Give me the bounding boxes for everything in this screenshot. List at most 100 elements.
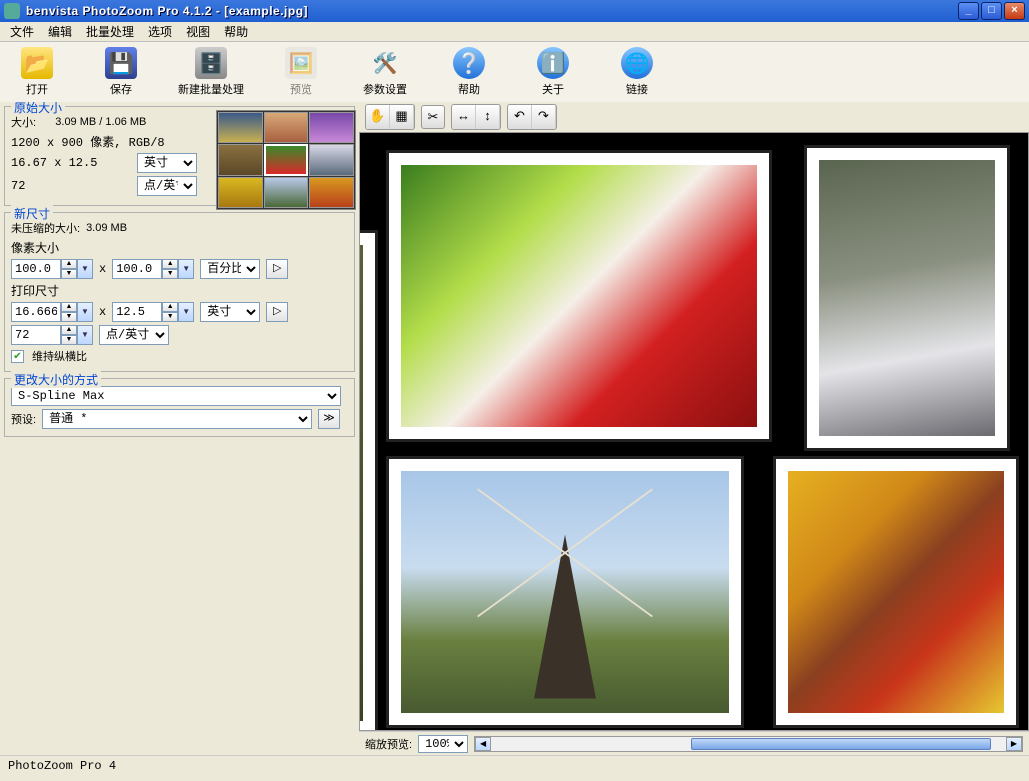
photo-frame-windmill bbox=[389, 459, 741, 725]
view-toolbar: ✋ ▦ ✂ ↔ ↕ ↶ ↷ bbox=[359, 102, 1029, 132]
print-unit-select[interactable]: 英寸 bbox=[200, 302, 260, 322]
spin-up[interactable]: ▲ bbox=[162, 259, 178, 269]
x-label: x bbox=[99, 305, 106, 319]
hand-tool-icon[interactable]: ✋ bbox=[366, 105, 390, 129]
undo-icon[interactable]: ↶ bbox=[508, 105, 532, 129]
fit-width-icon[interactable]: ↔ bbox=[452, 105, 476, 129]
spin-down[interactable]: ▼ bbox=[162, 269, 178, 279]
drop-icon[interactable]: ▼ bbox=[178, 259, 194, 279]
print-res-input[interactable] bbox=[11, 325, 61, 345]
menubar: 文件 编辑 批量处理 选项 视图 帮助 bbox=[0, 22, 1029, 42]
redo-icon[interactable]: ↷ bbox=[532, 105, 556, 129]
preview-button[interactable]: 🖼️预览 bbox=[274, 47, 328, 97]
spin-up[interactable]: ▲ bbox=[162, 302, 178, 312]
minimize-button[interactable]: _ bbox=[958, 2, 979, 20]
drop-icon[interactable]: ▼ bbox=[77, 302, 93, 322]
method-select[interactable]: S-Spline Max bbox=[11, 386, 341, 406]
new-size-title: 新尺寸 bbox=[11, 205, 53, 222]
thumb-cell bbox=[309, 144, 354, 175]
app-icon bbox=[4, 3, 20, 19]
new-batch-button[interactable]: 🗄️新建批量处理 bbox=[178, 47, 244, 97]
window-title: benvista PhotoZoom Pro 4.1.2 - [example.… bbox=[26, 4, 958, 18]
thumb-cell-selected bbox=[264, 144, 309, 175]
size-value: 3.09 MB / 1.06 MB bbox=[55, 116, 146, 128]
crop-tool-icon[interactable]: ✂ bbox=[421, 105, 445, 129]
menu-view[interactable]: 视图 bbox=[180, 21, 216, 42]
pixel-width-input[interactable] bbox=[11, 259, 61, 279]
resize-title: 更改大小的方式 bbox=[11, 371, 101, 388]
preset-select[interactable]: 普通 * bbox=[42, 409, 312, 429]
titlebar: benvista PhotoZoom Pro 4.1.2 - [example.… bbox=[0, 0, 1029, 22]
photo-frame-rafting bbox=[776, 459, 1016, 725]
resize-method-group: 更改大小的方式 S-Spline Max 预设: 普通 * ≫ bbox=[4, 378, 355, 437]
thumb-cell bbox=[218, 177, 263, 208]
menu-edit[interactable]: 编辑 bbox=[42, 21, 78, 42]
orig-phys: 16.67 x 12.5 bbox=[11, 156, 131, 170]
print-width-input[interactable] bbox=[11, 302, 61, 322]
spin-down[interactable]: ▼ bbox=[61, 269, 77, 279]
new-size-group: 新尺寸 未压缩的大小:3.09 MB 像素大小 ▲▼▼ x ▲▼▼ 百分比 ▷ … bbox=[4, 212, 355, 372]
preset-label: 预设: bbox=[11, 411, 36, 427]
thumb-cell bbox=[264, 177, 309, 208]
about-button[interactable]: ℹ️关于 bbox=[526, 47, 580, 97]
open-button[interactable]: 📂打开 bbox=[10, 47, 64, 97]
scroll-thumb[interactable] bbox=[691, 738, 991, 750]
right-panel: ✋ ▦ ✂ ↔ ↕ ↶ ↷ bbox=[359, 102, 1029, 755]
save-button[interactable]: 💾保存 bbox=[94, 47, 148, 97]
scroll-left-icon[interactable]: ◀ bbox=[475, 737, 491, 751]
bottom-bar: 缩放预览: 100% ◀ ▶ bbox=[359, 731, 1029, 755]
close-button[interactable]: × bbox=[1004, 2, 1025, 20]
thumb-cell bbox=[264, 112, 309, 143]
main-toolbar: 📂打开 💾保存 🗄️新建批量处理 🖼️预览 🛠️参数设置 ❔帮助 ℹ️关于 🌐链… bbox=[0, 42, 1029, 102]
preview-canvas[interactable] bbox=[359, 132, 1029, 731]
photo-frame bbox=[359, 233, 375, 731]
drop-icon[interactable]: ▼ bbox=[178, 302, 194, 322]
menu-batch[interactable]: 批量处理 bbox=[80, 21, 140, 42]
params-button[interactable]: 🛠️参数设置 bbox=[358, 47, 412, 97]
scroll-right-icon[interactable]: ▶ bbox=[1006, 737, 1022, 751]
arrow-button[interactable]: ▷ bbox=[266, 259, 288, 279]
maximize-button[interactable]: □ bbox=[981, 2, 1002, 20]
zoom-select[interactable]: 100% bbox=[418, 735, 468, 753]
print-res-unit-select[interactable]: 点/英寸 bbox=[99, 325, 169, 345]
fit-height-icon[interactable]: ↕ bbox=[476, 105, 500, 129]
spin-down[interactable]: ▼ bbox=[162, 312, 178, 322]
pixel-height-input[interactable] bbox=[112, 259, 162, 279]
drop-icon[interactable]: ▼ bbox=[77, 259, 93, 279]
spin-up[interactable]: ▲ bbox=[61, 302, 77, 312]
aspect-label: 维持纵横比 bbox=[32, 348, 87, 364]
spin-down[interactable]: ▼ bbox=[61, 335, 77, 345]
thumb-cell bbox=[218, 144, 263, 175]
original-size-title: 原始大小 bbox=[11, 102, 65, 116]
menu-help[interactable]: 帮助 bbox=[218, 21, 254, 42]
spin-up[interactable]: ▲ bbox=[61, 259, 77, 269]
arrow-button[interactable]: ▷ bbox=[266, 302, 288, 322]
pixel-unit-select[interactable]: 百分比 bbox=[200, 259, 260, 279]
drop-icon[interactable]: ▼ bbox=[77, 325, 93, 345]
marquee-tool-icon[interactable]: ▦ bbox=[390, 105, 414, 129]
uncomp-value: 3.09 MB bbox=[86, 222, 127, 234]
pixel-size-label: 像素大小 bbox=[11, 239, 348, 256]
aspect-checkbox[interactable]: ✔ bbox=[11, 350, 24, 363]
thumb-cell bbox=[309, 112, 354, 143]
photo-frame-wedding bbox=[807, 148, 1007, 448]
menu-file[interactable]: 文件 bbox=[4, 21, 40, 42]
windmill-icon bbox=[401, 471, 729, 713]
print-size-label: 打印尺寸 bbox=[11, 282, 348, 299]
navigator-thumbnail[interactable] bbox=[216, 110, 356, 210]
menu-options[interactable]: 选项 bbox=[142, 21, 178, 42]
orig-res-unit[interactable]: 点/英寸 bbox=[137, 176, 197, 196]
preset-more-button[interactable]: ≫ bbox=[318, 409, 340, 429]
x-label: x bbox=[99, 262, 106, 276]
help-button[interactable]: ❔帮助 bbox=[442, 47, 496, 97]
orig-phys-unit[interactable]: 英寸 bbox=[137, 153, 197, 173]
spin-up[interactable]: ▲ bbox=[61, 325, 77, 335]
horizontal-scrollbar[interactable]: ◀ ▶ bbox=[474, 736, 1023, 752]
status-bar: PhotoZoom Pro 4 bbox=[0, 755, 1029, 779]
photo-frame-salad bbox=[389, 153, 769, 439]
spin-down[interactable]: ▼ bbox=[61, 312, 77, 322]
zoom-label: 缩放预览: bbox=[365, 736, 412, 752]
window-buttons: _ □ × bbox=[958, 2, 1025, 20]
print-height-input[interactable] bbox=[112, 302, 162, 322]
link-button[interactable]: 🌐链接 bbox=[610, 47, 664, 97]
